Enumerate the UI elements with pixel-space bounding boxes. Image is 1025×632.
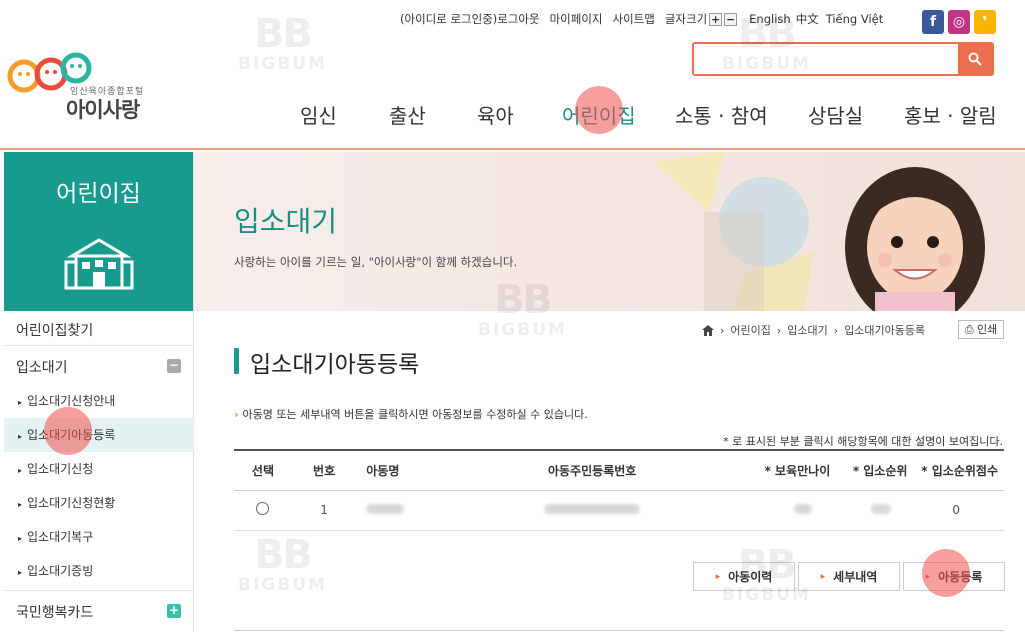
breadcrumb-item[interactable]: 입소대기 [787, 322, 827, 338]
table-note: * 로 표시된 부분 클릭시 해당항목에 대한 설명이 보여집니다. [723, 435, 1003, 448]
gnb-item-birth[interactable]: 출산 [389, 100, 426, 129]
side-nav-sub-guide[interactable]: 입소대기신청안내 [4, 384, 194, 418]
register-child-button[interactable]: 아동등록 [903, 562, 1005, 591]
row-age [738, 490, 831, 531]
child-history-button[interactable]: 아동이력 [693, 562, 795, 591]
side-nav-happy-card[interactable]: 국민행복카드 [4, 602, 194, 622]
sitemap-link[interactable]: 사이트맵 [613, 11, 655, 27]
watermark-text: BIGBUM [238, 575, 327, 595]
gnb-item-pregnancy[interactable]: 임신 [300, 100, 337, 129]
logout-link[interactable]: (아이디로 로그인중)로그아웃 [400, 11, 540, 27]
font-decrease-button[interactable]: − [724, 12, 738, 26]
search-box [692, 42, 994, 76]
side-nav-title: 어린이집 [56, 181, 141, 207]
divider [4, 345, 194, 346]
chevron-right-icon: › [776, 323, 782, 337]
gnb-item-daycare[interactable]: 어린이집 [562, 100, 636, 129]
side-nav-waiting-section[interactable]: 입소대기 [4, 357, 194, 377]
gnb-item-community[interactable]: 소통 · 참여 [675, 100, 768, 129]
side-nav-find-daycare[interactable]: 어린이집찾기 [4, 320, 194, 340]
redacted-number [544, 504, 641, 514]
kakaostory-icon[interactable]: ❜ [974, 10, 996, 34]
table-row: 1 0 [234, 490, 1004, 531]
breadcrumb-item[interactable]: 어린이집 [730, 322, 770, 338]
lang-vietnamese[interactable]: Tiếng Việt [826, 12, 884, 26]
instagram-icon[interactable]: ◎ [948, 10, 970, 34]
title-accent-bar [234, 348, 239, 374]
divider [4, 590, 194, 591]
daycare-building-icon [64, 238, 133, 290]
side-nav-sub-proof[interactable]: 입소대기증빙 [4, 554, 194, 588]
table-header-row: 선택 번호 아동명 아동주민등록번호 * 보육만나이 * 입소순위 * 입소순위… [234, 449, 1004, 491]
main-navigation: 임신 출산 육아 어린이집 소통 · 참여 상담실 홍보 · 알림 [0, 100, 1025, 130]
col-rank-score[interactable]: * 입소순위점수 [907, 449, 1004, 491]
col-select: 선택 [234, 449, 292, 491]
breadcrumb: › 어린이집 › 입소대기 › 입소대기아동등록 [702, 322, 925, 338]
child-table: 선택 번호 아동명 아동주민등록번호 * 보육만나이 * 입소순위 * 입소순위… [234, 449, 1004, 531]
row-rank-score: 0 [907, 490, 1004, 531]
font-increase-button[interactable]: + [709, 12, 723, 26]
lang-english[interactable]: English [749, 12, 791, 26]
search-icon [968, 52, 982, 66]
divider [234, 630, 1004, 631]
side-nav-sub-restore[interactable]: 입소대기복구 [4, 520, 194, 554]
col-resident-number: 아동주민등록번호 [446, 449, 739, 491]
chevron-right-icon: › [833, 323, 839, 337]
gnb-item-parenting[interactable]: 육아 [477, 100, 514, 129]
gnb-item-news[interactable]: 홍보 · 알림 [904, 100, 997, 129]
watermark: BBBIGBUM [238, 535, 327, 595]
home-icon[interactable] [702, 324, 714, 336]
side-navigation: 어린이집 어린이집찾기 입소대기 − 입소대기신청안내 입소대기아동등록 입소대… [4, 152, 194, 632]
col-rank[interactable]: * 입소순위 [830, 449, 908, 491]
banner-subtitle: 사랑하는 아이를 기르는 일, "아이사랑"이 함께 하겠습니다. [234, 255, 518, 269]
expand-icon[interactable]: + [167, 604, 181, 618]
side-nav-sub-apply[interactable]: 입소대기신청 [4, 452, 194, 486]
row-number: 1 [291, 490, 357, 531]
sns-links: f ◎ ❜ [922, 10, 996, 34]
lang-chinese[interactable]: 中文 [796, 11, 819, 27]
row-child-name[interactable] [356, 490, 447, 531]
search-input[interactable] [694, 44, 956, 74]
child-photo [845, 167, 985, 311]
watermark-mark: BB [253, 532, 313, 578]
row-resident-number [446, 490, 739, 531]
search-button[interactable] [958, 44, 992, 74]
info-notice: 아동명 또는 세부내역 버튼을 클릭하시면 아동정보를 수정하실 수 있습니다. [234, 406, 588, 422]
gnb-item-counseling[interactable]: 상담실 [808, 100, 863, 129]
col-number: 번호 [291, 449, 357, 491]
font-size-controls: + − [709, 12, 739, 26]
print-label: 인쇄 [977, 323, 998, 336]
col-age[interactable]: * 보육만나이 [738, 449, 831, 491]
site-header: 임신육아종합포털 아이사랑 (아이디로 로그인중)로그아웃 마이페이지 사이트맵… [0, 0, 1025, 150]
redacted-rank [871, 504, 892, 514]
breadcrumb-current: 입소대기아동등록 [844, 324, 926, 337]
chevron-right-icon: › [720, 323, 725, 337]
facebook-icon[interactable]: f [922, 10, 944, 34]
side-nav-sub-register[interactable]: 입소대기아동등록 [4, 418, 194, 452]
col-child-name: 아동명 [356, 449, 447, 491]
print-icon: ⎙ [964, 323, 974, 336]
banner-title: 입소대기 [234, 205, 338, 238]
select-radio[interactable] [256, 502, 270, 515]
redacted-name [366, 504, 405, 514]
font-size-label: 글자크기 [664, 12, 708, 26]
page-title: 입소대기아동등록 [250, 352, 420, 378]
side-nav-sub-status[interactable]: 입소대기신청현황 [4, 486, 194, 520]
row-rank [830, 490, 908, 531]
row-select [234, 490, 292, 531]
utility-menu: (아이디로 로그인중)로그아웃 마이페이지 사이트맵 글자크기 + − Engl… [400, 11, 883, 27]
redacted-age [794, 504, 813, 514]
print-button[interactable]: ⎙ 인쇄 [958, 320, 1004, 339]
watermark-text: BIGBUM [478, 320, 567, 340]
detail-button[interactable]: 세부내역 [798, 562, 900, 591]
collapse-icon[interactable]: − [167, 359, 181, 373]
page-banner: 입소대기 사랑하는 아이를 기르는 일, "아이사랑"이 함께 하겠습니다. [194, 152, 1025, 311]
mypage-link[interactable]: 마이페이지 [550, 11, 603, 27]
side-nav-header: 어린이집 [4, 152, 193, 311]
